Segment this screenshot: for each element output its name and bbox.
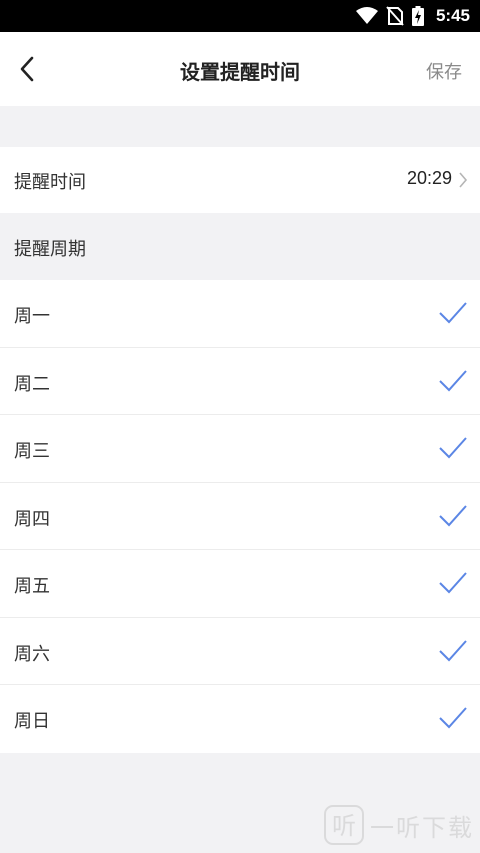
watermark-text: 一听下载 — [370, 813, 474, 842]
day-item-wednesday[interactable]: 周三 — [0, 415, 480, 483]
reminder-cycle-label: 提醒周期 — [14, 239, 86, 260]
chevron-right-icon — [459, 172, 468, 188]
status-icons: 5:45 — [355, 0, 470, 32]
section-header: 提醒周期 — [0, 213, 480, 280]
watermark-logo-icon: 听 — [324, 805, 364, 845]
spacer — [0, 106, 480, 147]
navigation-bar: 设置提醒时间 保存 — [0, 32, 480, 106]
save-button[interactable]: 保存 — [426, 58, 462, 84]
day-label: 周六 — [14, 643, 50, 665]
day-label: 周三 — [14, 441, 50, 462]
checkmark-icon — [439, 504, 467, 526]
day-item-tuesday[interactable]: 周二 — [0, 348, 480, 415]
day-item-friday[interactable]: 周五 — [0, 550, 480, 618]
checkmark-icon — [439, 639, 467, 661]
day-label: 周五 — [14, 576, 50, 597]
day-label: 周二 — [14, 373, 50, 395]
page-title: 设置提醒时间 — [180, 60, 300, 84]
checkmark-icon — [439, 707, 467, 729]
day-item-saturday[interactable]: 周六 — [0, 618, 480, 685]
reminder-time-label: 提醒时间 — [14, 172, 86, 193]
day-label: 周一 — [14, 306, 50, 327]
day-item-monday[interactable]: 周一 — [0, 280, 480, 348]
day-item-sunday[interactable]: 周日 — [0, 685, 480, 753]
reminder-time-value: 20:29 — [406, 168, 452, 188]
day-label: 周日 — [14, 711, 50, 732]
watermark: 听 一听下载 — [324, 805, 474, 845]
no-sim-icon — [386, 6, 404, 26]
status-bar: 5:45 — [0, 0, 480, 32]
checkmark-icon — [439, 302, 467, 324]
checkmark-icon — [439, 572, 467, 594]
reminder-time-row[interactable]: 提醒时间 20:29 — [0, 147, 480, 213]
status-time: 5:45 — [435, 6, 470, 25]
weekday-list: 周一 周二 周三 周四 周五 周六 周日 — [0, 280, 480, 753]
checkmark-icon — [439, 437, 467, 459]
day-item-thursday[interactable]: 周四 — [0, 483, 480, 550]
battery-charging-icon — [411, 6, 424, 26]
day-label: 周四 — [14, 508, 50, 530]
svg-text:听: 听 — [332, 812, 356, 840]
wifi-icon — [355, 7, 378, 24]
checkmark-icon — [439, 369, 467, 391]
